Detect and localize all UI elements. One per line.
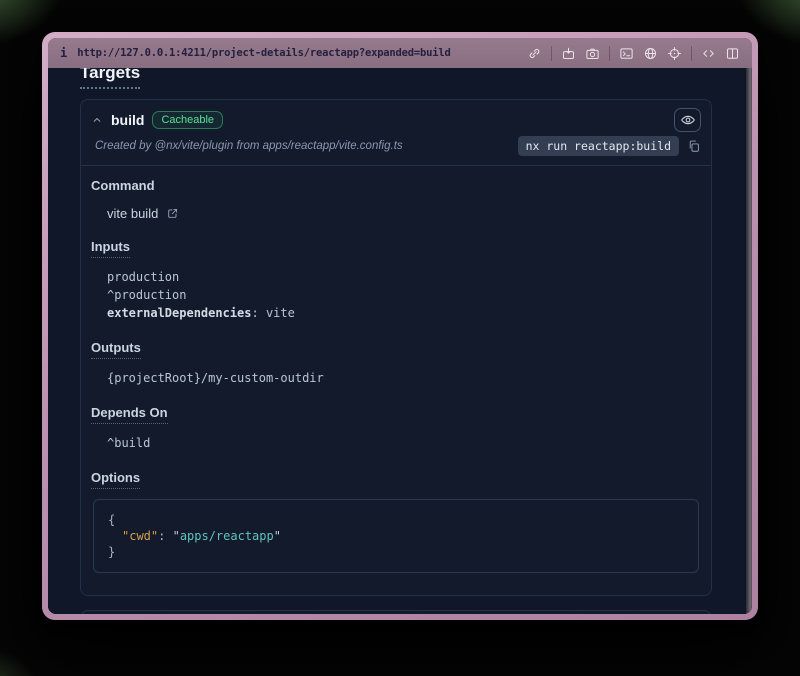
json-line: { bbox=[108, 512, 684, 528]
browser-toolbar: i http://127.0.0.1:4211/project-details/… bbox=[48, 38, 752, 68]
depends-item: ^build bbox=[107, 434, 701, 452]
window-inner: i http://127.0.0.1:4211/project-details/… bbox=[48, 38, 752, 614]
input-item-value: vite bbox=[266, 306, 295, 320]
page-title: Targets bbox=[80, 68, 140, 89]
options-code-block: { "cwd": "apps/reactapp" } bbox=[93, 499, 699, 573]
toolbar-actions bbox=[527, 46, 740, 61]
json-line: "cwd": "apps/reactapp" bbox=[108, 528, 684, 544]
scrollbar[interactable] bbox=[746, 68, 752, 614]
external-link-icon[interactable] bbox=[166, 207, 179, 220]
input-item-sep: : bbox=[252, 306, 266, 320]
depends-on-list: ^build bbox=[107, 434, 701, 452]
options-heading: Options bbox=[91, 470, 140, 489]
page-content: Targets build Cacheable bbox=[48, 68, 752, 614]
json-key: "cwd" bbox=[122, 529, 158, 543]
section-inputs: Inputs production ^production externalDe… bbox=[91, 239, 701, 322]
input-item: externalDependencies: vite bbox=[107, 304, 701, 322]
code-icon[interactable] bbox=[701, 46, 716, 61]
inputs-list: production ^production externalDependenc… bbox=[107, 268, 701, 322]
serve-target-header[interactable]: serve vite serve bbox=[81, 611, 711, 614]
target-card-build: build Cacheable Created by @nx/vite/plug… bbox=[80, 99, 712, 596]
output-item: {projectRoot}/my-custom-outdir bbox=[107, 369, 701, 387]
split-view-icon[interactable] bbox=[725, 46, 740, 61]
command-heading: Command bbox=[91, 178, 155, 196]
toolbar-divider bbox=[609, 46, 610, 61]
terminal-icon[interactable] bbox=[619, 46, 634, 61]
json-quote: " bbox=[274, 529, 281, 543]
outputs-heading: Outputs bbox=[91, 340, 141, 359]
browser-window: i http://127.0.0.1:4211/project-details/… bbox=[42, 32, 758, 620]
json-quote: " bbox=[173, 529, 180, 543]
target-name: build bbox=[111, 112, 144, 128]
copy-icon bbox=[687, 139, 701, 153]
depends-on-heading: Depends On bbox=[91, 405, 168, 424]
section-depends-on: Depends On ^build bbox=[91, 405, 701, 452]
command-value: vite build bbox=[107, 206, 158, 221]
build-target-body: Command vite build Inputs production bbox=[81, 166, 711, 595]
copy-button[interactable] bbox=[687, 139, 701, 153]
json-sep: : bbox=[158, 529, 172, 543]
eye-button[interactable] bbox=[674, 108, 701, 132]
target-card-serve: serve vite serve bbox=[80, 610, 712, 614]
build-target-header[interactable]: build Cacheable bbox=[81, 100, 711, 134]
link-icon[interactable] bbox=[527, 46, 542, 61]
input-item: production bbox=[107, 268, 701, 286]
json-value: apps/reactapp bbox=[180, 529, 274, 543]
import-icon[interactable] bbox=[561, 46, 576, 61]
outputs-list: {projectRoot}/my-custom-outdir bbox=[107, 369, 701, 387]
section-outputs: Outputs {projectRoot}/my-custom-outdir bbox=[91, 340, 701, 387]
json-line: } bbox=[108, 544, 684, 560]
toolbar-divider bbox=[691, 46, 692, 61]
section-command: Command vite build bbox=[91, 178, 701, 221]
chevron-up-icon[interactable] bbox=[91, 114, 103, 126]
url-text[interactable]: http://127.0.0.1:4211/project-details/re… bbox=[77, 47, 450, 59]
camera-icon[interactable] bbox=[585, 46, 600, 61]
section-options: Options { "cwd": "apps/reactapp" } bbox=[91, 470, 701, 573]
cacheable-badge[interactable]: Cacheable bbox=[152, 111, 223, 129]
input-item-key: externalDependencies bbox=[107, 306, 252, 320]
created-by-text: Created by @nx/vite/plugin from apps/rea… bbox=[95, 140, 403, 152]
command-value-row[interactable]: vite build bbox=[107, 206, 701, 221]
toolbar-divider bbox=[551, 46, 552, 61]
target-icon[interactable] bbox=[667, 46, 682, 61]
inputs-heading: Inputs bbox=[91, 239, 130, 258]
eye-icon bbox=[680, 112, 696, 128]
info-icon[interactable]: i bbox=[60, 46, 67, 60]
globe-icon[interactable] bbox=[643, 46, 658, 61]
run-command-chip: nx run reactapp:build bbox=[518, 136, 679, 156]
build-target-subheader: Created by @nx/vite/plugin from apps/rea… bbox=[81, 134, 711, 166]
input-item: ^production bbox=[107, 286, 701, 304]
